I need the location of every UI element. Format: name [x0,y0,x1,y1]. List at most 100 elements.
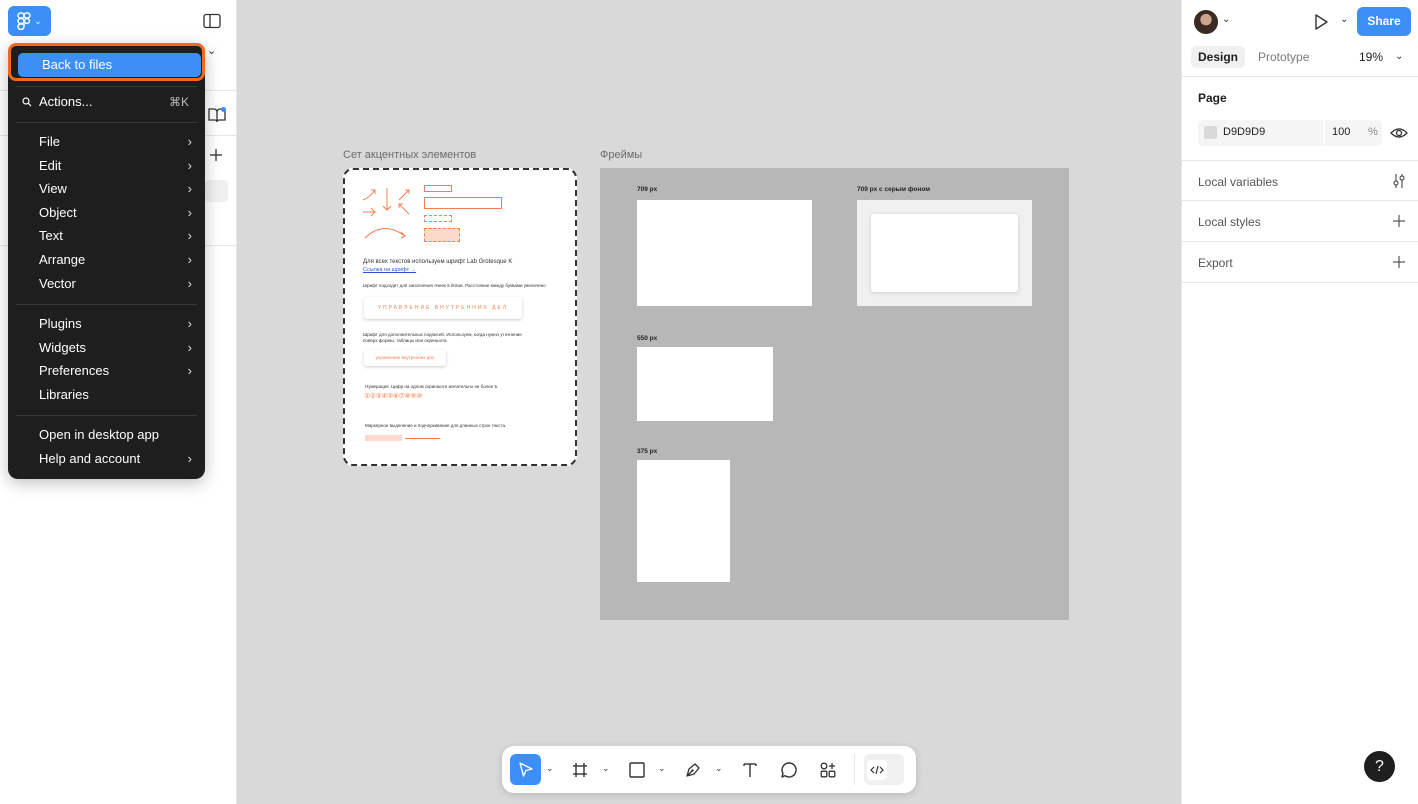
add-page-icon[interactable] [208,147,224,163]
frame-size-label: 375 px [637,448,658,455]
pen-tool-button[interactable] [679,754,707,785]
frame-375[interactable] [637,460,730,582]
chevron-down-icon[interactable]: ⌄ [207,44,216,57]
actions-tool-button[interactable] [814,754,842,785]
menu-item-preferences[interactable]: Preferences › [8,360,205,382]
shape-tool-button[interactable] [623,754,651,785]
cursor-icon [518,761,533,777]
canvas[interactable]: Сет акцентных элементов Для всех текстов… [237,0,1181,804]
frames-section[interactable]: 709 px 709 px с серым фоном 550 px 375 p… [600,168,1069,620]
menu-item-label: Object [39,205,77,220]
extra-note: Шрифт для дополнительных подписей. Испол… [363,332,522,337]
frame-size-label: 709 px [637,186,658,193]
menu-item-edit[interactable]: Edit › [8,155,205,177]
local-styles-label[interactable]: Local styles [1198,215,1261,229]
menu-divider [16,304,197,305]
page-opacity[interactable]: 100 [1332,126,1350,138]
font-link[interactable]: Ссылка на шрифт → [363,267,416,273]
code-icon [870,765,884,774]
chevron-down-icon[interactable]: ⌄ [602,763,610,774]
frame-550[interactable] [637,347,773,421]
move-tool-button[interactable] [510,754,541,785]
small-button-sample: управление внутренних дел [364,350,446,366]
menu-item-actions[interactable]: Actions... ⌘K [8,91,205,113]
menu-item-label: Libraries [39,387,89,402]
frame-709-gray[interactable] [857,200,1032,306]
numbering-sample: ①②③④⑤⑥⑦⑧⑨⑩ [364,393,422,400]
zoom-level[interactable]: 19% [1359,50,1383,64]
user-avatar[interactable] [1194,10,1218,34]
menu-item-object[interactable]: Object › [8,202,205,224]
frame-label-accent[interactable]: Сет акцентных элементов [343,149,476,161]
frame-709[interactable] [637,200,812,306]
tab-prototype[interactable]: Prototype [1251,46,1316,68]
chevron-right-icon: › [187,181,192,196]
variables-settings-icon[interactable] [1392,173,1406,189]
share-button[interactable]: Share [1357,7,1411,36]
local-variables-label[interactable]: Local variables [1198,175,1278,189]
menu-item-label: Help and account [39,451,141,466]
menu-divider [16,415,197,416]
help-button[interactable]: ? [1364,751,1395,782]
dev-mode-toggle[interactable] [864,754,904,785]
comment-tool-button[interactable] [775,754,803,785]
eye-icon[interactable] [1390,125,1408,141]
chevron-down-icon[interactable]: ⌄ [1395,51,1403,62]
page-color-hex[interactable]: D9D9D9 [1223,126,1265,138]
menu-item-label: Edit [39,158,62,173]
toolbar-divider [854,754,855,785]
divider [1182,241,1418,242]
properties-panel: ⌄ ⌄ Share Design Prototype 19% ⌄ Page D9… [1181,0,1418,804]
add-icon[interactable] [1392,255,1406,269]
menu-item-vector[interactable]: Vector › [8,273,205,295]
export-label[interactable]: Export [1198,256,1233,270]
menu-item-help-account[interactable]: Help and account › [8,448,205,470]
menu-item-file[interactable]: File › [8,131,205,153]
rectangle-icon [629,761,645,778]
menu-divider [16,122,197,123]
comment-icon [781,761,797,778]
frame-icon [573,762,587,777]
menu-item-plugins[interactable]: Plugins › [8,313,205,335]
menu-item-view[interactable]: View › [8,178,205,200]
menu-item-libraries[interactable]: Libraries [8,384,205,406]
marker-underline [405,438,440,439]
chevron-down-icon[interactable]: ⌄ [1222,14,1230,25]
menu-item-label: Vector [39,276,76,291]
accent-box [424,215,452,222]
page-list-item-selected[interactable] [205,180,228,202]
chevron-down-icon[interactable]: ⌄ [715,763,723,774]
chevron-right-icon: › [187,158,192,173]
add-icon[interactable] [1392,214,1406,228]
back-to-files-button[interactable]: Back to files [18,53,201,77]
menu-item-label: View [39,181,67,196]
chevron-down-icon[interactable]: ⌄ [546,763,554,774]
main-menu-button[interactable]: ⌄ [8,6,51,36]
marker-note: Маркерное выделение и подчеркивание для … [365,423,507,428]
opacity-unit: % [1368,126,1378,138]
play-icon[interactable] [1312,13,1330,31]
sidebar-toggle-icon[interactable] [203,13,221,29]
accent-elements-frame[interactable]: Для всех текстов используем шрифт Lab Gr… [343,168,577,466]
chevron-down-icon[interactable]: ⌄ [658,763,666,774]
chevron-right-icon: › [187,205,192,220]
chevron-right-icon: › [187,363,192,378]
frame-label-frames[interactable]: Фреймы [600,149,642,161]
chevron-right-icon: › [187,252,192,267]
menu-item-label: Actions... [39,94,93,109]
text-tool-button[interactable] [736,754,764,785]
menu-item-text[interactable]: Text › [8,225,205,247]
menu-item-open-desktop[interactable]: Open in desktop app [8,424,205,446]
chevron-down-icon[interactable]: ⌄ [1340,14,1348,25]
frame-tool-button[interactable] [566,754,594,785]
color-swatch[interactable] [1204,126,1217,139]
page-fill-row[interactable]: D9D9D9 100 % [1198,120,1382,146]
tab-design[interactable]: Design [1191,46,1246,68]
extra-note: поверх формы, таблицы или скриншота. [363,338,448,343]
menu-item-widgets[interactable]: Widgets › [8,337,205,359]
menu-item-arrange[interactable]: Arrange › [8,249,205,271]
marker-highlight [365,435,402,441]
menu-item-label: Preferences [39,363,110,378]
figma-logo-icon [17,12,31,30]
main-menu: Back to files Actions... ⌘K File › Edit › … [8,43,205,479]
